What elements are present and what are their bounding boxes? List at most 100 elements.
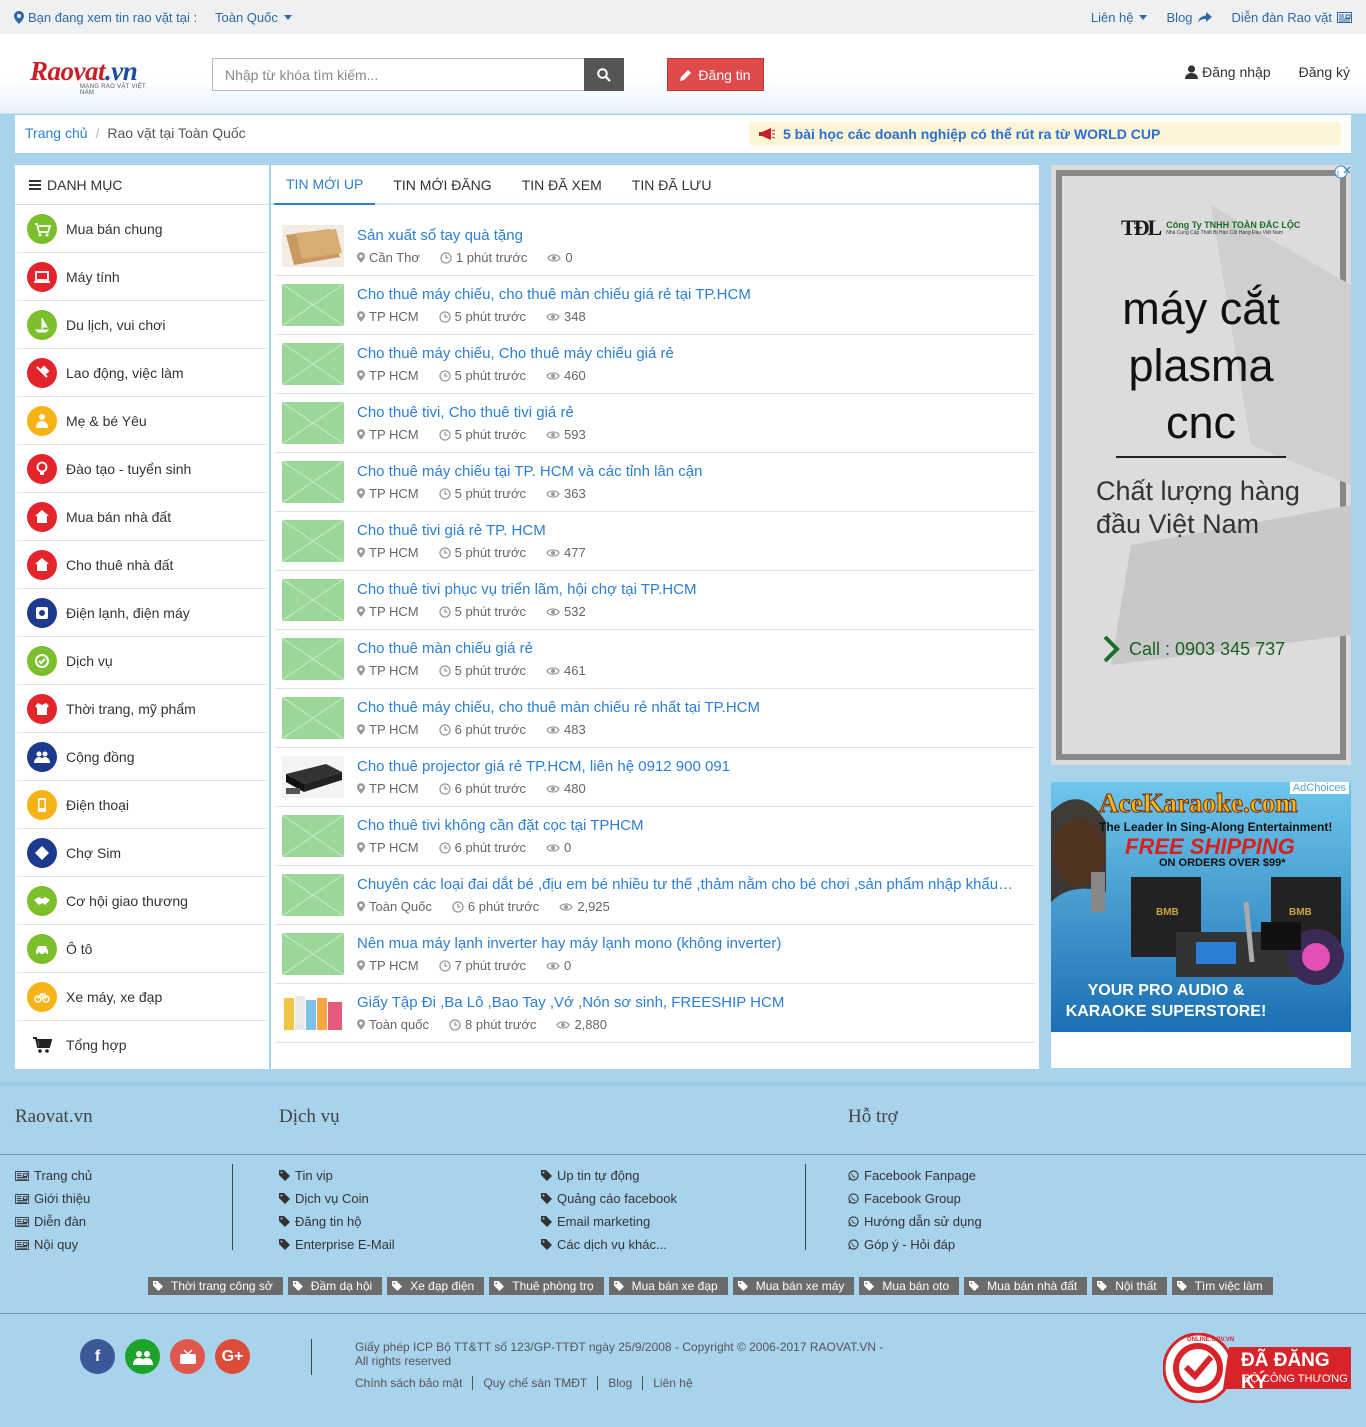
footer-bottom-link[interactable]: Liên hệ <box>642 1376 702 1390</box>
sidebar-category-item[interactable]: Cho thuê nhà đất <box>17 541 267 589</box>
listing-row[interactable]: Cho thuê máy chiếu, Cho thuê máy chiếu g… <box>275 335 1035 394</box>
tab-new-posted[interactable]: TIN MỚI ĐĂNG <box>381 165 503 205</box>
sidebar-category-item[interactable]: Mua bán nhà đất <box>17 493 267 541</box>
listing-thumbnail[interactable] <box>282 874 344 916</box>
listing-title[interactable]: Cho thuê tivi phục vụ triển lãm, hội chợ… <box>357 581 1017 598</box>
listing-thumbnail[interactable] <box>282 402 344 444</box>
footer-tag[interactable]: Mua bán oto <box>859 1277 960 1295</box>
listing-thumbnail[interactable] <box>282 933 344 975</box>
footer-tag[interactable]: Nội thất <box>1092 1277 1167 1295</box>
footer-service-link[interactable]: Dịch vụ Coin <box>279 1187 395 1210</box>
footer-bottom-link[interactable]: Blog <box>597 1376 642 1390</box>
listing-row[interactable]: Cho thuê tivi không cần đặt cọc tại TPHC… <box>275 807 1035 866</box>
tab-new-up[interactable]: TIN MỚI UP <box>274 165 376 205</box>
footer-service-link[interactable]: Tin vip <box>279 1164 395 1187</box>
listing-title[interactable]: Sản xuất sổ tay quà tặng <box>357 227 1017 244</box>
listing-row[interactable]: Cho thuê tivi, Cho thuê tivi giá rẻ TP H… <box>275 394 1035 453</box>
listing-row[interactable]: Cho thuê projector giá rẻ TP.HCM, liên h… <box>275 748 1035 807</box>
sidebar-category-item[interactable]: Cộng đồng <box>17 733 267 781</box>
sidebar-category-item[interactable]: Dịch vụ <box>17 637 267 685</box>
listing-thumbnail[interactable] <box>282 756 344 798</box>
listing-row[interactable]: Cho thuê tivi phục vụ triển lãm, hội chợ… <box>275 571 1035 630</box>
footer-bottom-link[interactable]: Chính sách bảo mật <box>355 1376 472 1390</box>
listing-row[interactable]: Nên mua máy lạnh inverter hay máy lạnh m… <box>275 925 1035 984</box>
footer-link[interactable]: Giới thiệu <box>15 1187 92 1210</box>
search-button[interactable] <box>584 58 624 91</box>
listing-thumbnail[interactable] <box>282 520 344 562</box>
footer-tag[interactable]: Mua bán nhà đất <box>964 1277 1088 1295</box>
footer-link[interactable]: Trang chủ <box>15 1164 92 1187</box>
sidebar-category-item[interactable]: Tổng hợp <box>17 1021 267 1069</box>
group-icon[interactable] <box>125 1339 160 1374</box>
footer-service-link[interactable]: Các dịch vụ khác... <box>541 1233 677 1256</box>
footer-service-link[interactable]: Quảng cáo facebook <box>541 1187 677 1210</box>
listing-title[interactable]: Cho thuê tivi giá rẻ TP. HCM <box>357 522 1017 539</box>
sidebar-category-item[interactable]: Cơ hội giao thương <box>17 877 267 925</box>
sidebar-category-item[interactable]: Chợ Sim <box>17 829 267 877</box>
listing-title[interactable]: Cho thuê máy chiếu, cho thuê màn chiếu g… <box>357 286 1017 303</box>
register-link[interactable]: Đăng ký <box>1299 64 1350 80</box>
footer-tag[interactable]: Xe đạp điện <box>387 1277 485 1295</box>
sidebar-category-item[interactable]: Mua bán chung <box>17 205 267 253</box>
plasma-ad-banner[interactable]: i TĐL Công Ty TNHH TOÀN ĐẮC LỘC Nhà Cung… <box>1051 165 1351 765</box>
sidebar-category-item[interactable]: Xe máy, xe đạp <box>17 973 267 1021</box>
tab-saved[interactable]: TIN ĐÃ LƯU <box>620 165 724 205</box>
listing-row[interactable]: Sản xuất sổ tay quà tặng Cần Thơ 1 phút … <box>275 217 1035 276</box>
facebook-icon[interactable]: f <box>80 1339 115 1374</box>
listing-row[interactable]: Cho thuê máy chiếu tại TP. HCM và các tỉ… <box>275 453 1035 512</box>
logo[interactable]: Raovat.vn MẠNG RAO VẶT VIỆT NAM <box>30 56 160 100</box>
listing-title[interactable]: Cho thuê tivi không cần đặt cọc tại TPHC… <box>357 817 1017 834</box>
sidebar-category-item[interactable]: Điện thoại <box>17 781 267 829</box>
listing-title[interactable]: Cho thuê máy chiếu, cho thuê màn chiếu r… <box>357 699 1017 716</box>
footer-tag[interactable]: Tìm việc làm <box>1171 1277 1273 1295</box>
footer-tag[interactable]: Đầm dạ hội <box>287 1277 383 1295</box>
listing-thumbnail[interactable] <box>282 461 344 503</box>
footer-support-link[interactable]: Hướng dẫn sử dụng <box>848 1210 982 1233</box>
footer-support-link[interactable]: Góp ý - Hỏi đáp <box>848 1233 982 1256</box>
footer-service-link[interactable]: Email marketing <box>541 1210 677 1233</box>
footer-support-link[interactable]: Facebook Group <box>848 1187 982 1210</box>
sidebar-category-item[interactable]: Ô tô <box>17 925 267 973</box>
listing-row[interactable]: Chuyên các loại đai dắt bé ,địu em bé nh… <box>275 866 1035 925</box>
announcement-banner[interactable]: 5 bài học các doanh nghiệp có thể rút ra… <box>749 122 1341 146</box>
footer-service-link[interactable]: Đăng tin hộ <box>279 1210 395 1233</box>
footer-service-link[interactable]: Up tin tự động <box>541 1164 677 1187</box>
footer-link[interactable]: Diễn đàn <box>15 1210 92 1233</box>
listing-row[interactable]: Giấy Tập Đi ,Ba Lô ,Bao Tay ,Vớ ,Nón sơ … <box>275 984 1035 1043</box>
footer-tag[interactable]: Mua bán xe máy <box>732 1277 855 1295</box>
tab-viewed[interactable]: TIN ĐÃ XEM <box>510 165 614 205</box>
listing-thumbnail[interactable] <box>282 697 344 739</box>
google-plus-icon[interactable]: G+ <box>215 1339 250 1374</box>
sidebar-category-item[interactable]: Máy tính <box>17 253 267 301</box>
listing-row[interactable]: Cho thuê máy chiếu, cho thuê màn chiếu g… <box>275 276 1035 335</box>
footer-bottom-link[interactable]: Quy chế sàn TMĐT <box>472 1376 597 1390</box>
footer-link[interactable]: Nội quy <box>15 1233 92 1256</box>
footer-tag[interactable]: Thuê phòng trọ <box>489 1277 604 1295</box>
listing-title[interactable]: Cho thuê màn chiếu giá rẻ <box>357 640 1017 657</box>
karaoke-ad-banner[interactable]: AdChoices AceKaraoke.com The Leader In S… <box>1051 782 1351 1068</box>
footer-service-link[interactable]: Enterprise E-Mail <box>279 1233 395 1256</box>
breadcrumb-home[interactable]: Trang chủ <box>25 125 88 141</box>
listing-thumbnail[interactable] <box>282 343 344 385</box>
youtube-icon[interactable] <box>170 1339 205 1374</box>
listing-thumbnail[interactable] <box>282 992 344 1034</box>
sidebar-category-item[interactable]: Điện lạnh, điện máy <box>17 589 267 637</box>
listing-row[interactable]: Cho thuê màn chiếu giá rẻ TP HCM 5 phút … <box>275 630 1035 689</box>
listing-title[interactable]: Nên mua máy lạnh inverter hay máy lạnh m… <box>357 935 1017 952</box>
adchoices-label[interactable]: AdChoices <box>1289 782 1349 794</box>
listing-thumbnail[interactable] <box>282 225 344 267</box>
listing-thumbnail[interactable] <box>282 638 344 680</box>
listing-title[interactable]: Chuyên các loại đai dắt bé ,địu em bé nh… <box>357 876 1017 893</box>
listing-title[interactable]: Cho thuê máy chiếu tại TP. HCM và các tỉ… <box>357 463 1017 480</box>
listing-title[interactable]: Cho thuê tivi, Cho thuê tivi giá rẻ <box>357 404 1017 421</box>
listing-thumbnail[interactable] <box>282 284 344 326</box>
sidebar-category-item[interactable]: Du lịch, vui chơi <box>17 301 267 349</box>
sidebar-category-item[interactable]: Mẹ & bé Yêu <box>17 397 267 445</box>
login-link[interactable]: Đăng nhập <box>1185 64 1271 80</box>
bct-registered-badge[interactable]: ONLINE.GOV.VN ĐÃ ĐĂNG KÝ BỘ CÔNG THƯƠNG <box>1163 1333 1353 1403</box>
listing-row[interactable]: Cho thuê tivi giá rẻ TP. HCM TP HCM 5 ph… <box>275 512 1035 571</box>
sidebar-category-item[interactable]: Thời trang, mỹ phẩm <box>17 685 267 733</box>
post-ad-button[interactable]: Đăng tin <box>667 58 764 91</box>
listing-thumbnail[interactable] <box>282 815 344 857</box>
search-input[interactable] <box>212 58 584 91</box>
